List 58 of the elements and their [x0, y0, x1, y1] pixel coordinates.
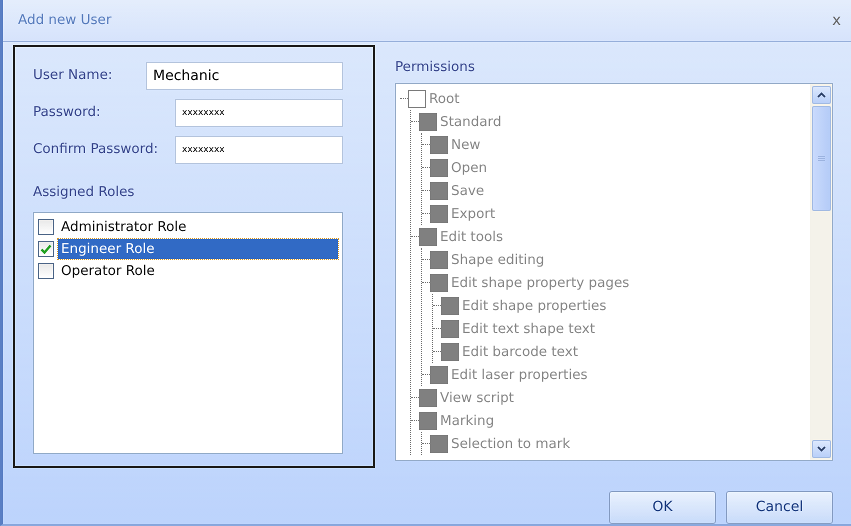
role-item[interactable]: Engineer Role	[58, 239, 338, 260]
grip-icon	[818, 156, 824, 162]
tree-item[interactable]: Root	[429, 88, 460, 109]
field-label: Password:	[33, 103, 101, 122]
field-label: User Name:	[33, 66, 112, 86]
tree-item[interactable]: New	[451, 134, 480, 155]
password-field[interactable]: xxxxxxxx	[175, 98, 343, 126]
tree-item[interactable]: Standard	[440, 112, 502, 132]
tree-checkbox[interactable]	[408, 90, 426, 108]
tree-item[interactable]: Open	[451, 158, 488, 178]
close-button[interactable]: x	[830, 9, 843, 32]
tree-checkbox[interactable]	[419, 412, 437, 430]
section-label: Permissions	[395, 58, 476, 77]
tree-item[interactable]: Shape editing	[451, 250, 544, 270]
tree-checkbox[interactable]	[430, 274, 448, 292]
tree-checkbox[interactable]	[430, 366, 448, 384]
tree-checkbox[interactable]	[419, 228, 437, 246]
tree-checkbox[interactable]	[419, 388, 437, 407]
tree-checkbox[interactable]	[441, 296, 459, 315]
window-title: Add new User	[18, 11, 112, 30]
tree-checkbox[interactable]	[441, 342, 459, 361]
tree-checkbox[interactable]	[441, 320, 459, 338]
field-label: Confirm Password:	[33, 140, 158, 160]
tree-checkbox[interactable]	[419, 112, 437, 131]
tree-checkbox[interactable]	[430, 250, 448, 269]
checkbox[interactable]	[38, 263, 54, 280]
text-field[interactable]: Mechanic	[146, 62, 343, 90]
tree-item[interactable]: Edit shape property pages	[451, 272, 630, 293]
scrollbar[interactable]	[810, 84, 832, 460]
tree-checkbox[interactable]	[430, 136, 448, 154]
tree-checkbox[interactable]	[430, 204, 448, 223]
dialog-button[interactable]: Cancel	[726, 491, 833, 524]
checkbox[interactable]	[38, 219, 54, 236]
scroll-down-button[interactable]	[812, 440, 830, 458]
tree-item[interactable]: View script	[440, 388, 514, 408]
tree-item[interactable]: Save	[451, 180, 484, 201]
tree-item[interactable]: Edit tools	[440, 226, 504, 247]
checkbox[interactable]	[38, 241, 54, 258]
tree-checkbox[interactable]	[430, 434, 448, 453]
dialog-button[interactable]: OK	[609, 491, 716, 524]
section-label: Assigned Roles	[33, 183, 136, 202]
tree-checkbox[interactable]	[430, 158, 448, 177]
checkmark-icon	[40, 243, 52, 256]
scroll-up-button[interactable]	[812, 86, 830, 104]
caret-down-icon	[816, 446, 826, 452]
tree-item[interactable]: Edit text shape text	[462, 318, 596, 339]
caret-up-icon	[816, 92, 826, 98]
tree-item[interactable]: Edit barcode text	[462, 342, 578, 362]
tree-item[interactable]: Export	[451, 204, 496, 224]
tree-item[interactable]: Edit laser properties	[451, 364, 588, 385]
tree-item[interactable]: Marking	[440, 410, 494, 431]
role-item[interactable]: Administrator Role	[58, 217, 338, 238]
scroll-thumb[interactable]	[812, 106, 830, 212]
tree-item[interactable]: Edit shape properties	[462, 296, 606, 316]
role-item[interactable]: Operator Role	[58, 261, 338, 282]
tree-item[interactable]: Selection to mark	[451, 434, 570, 454]
password-field[interactable]: xxxxxxxx	[175, 136, 343, 164]
tree-checkbox[interactable]	[430, 182, 448, 200]
